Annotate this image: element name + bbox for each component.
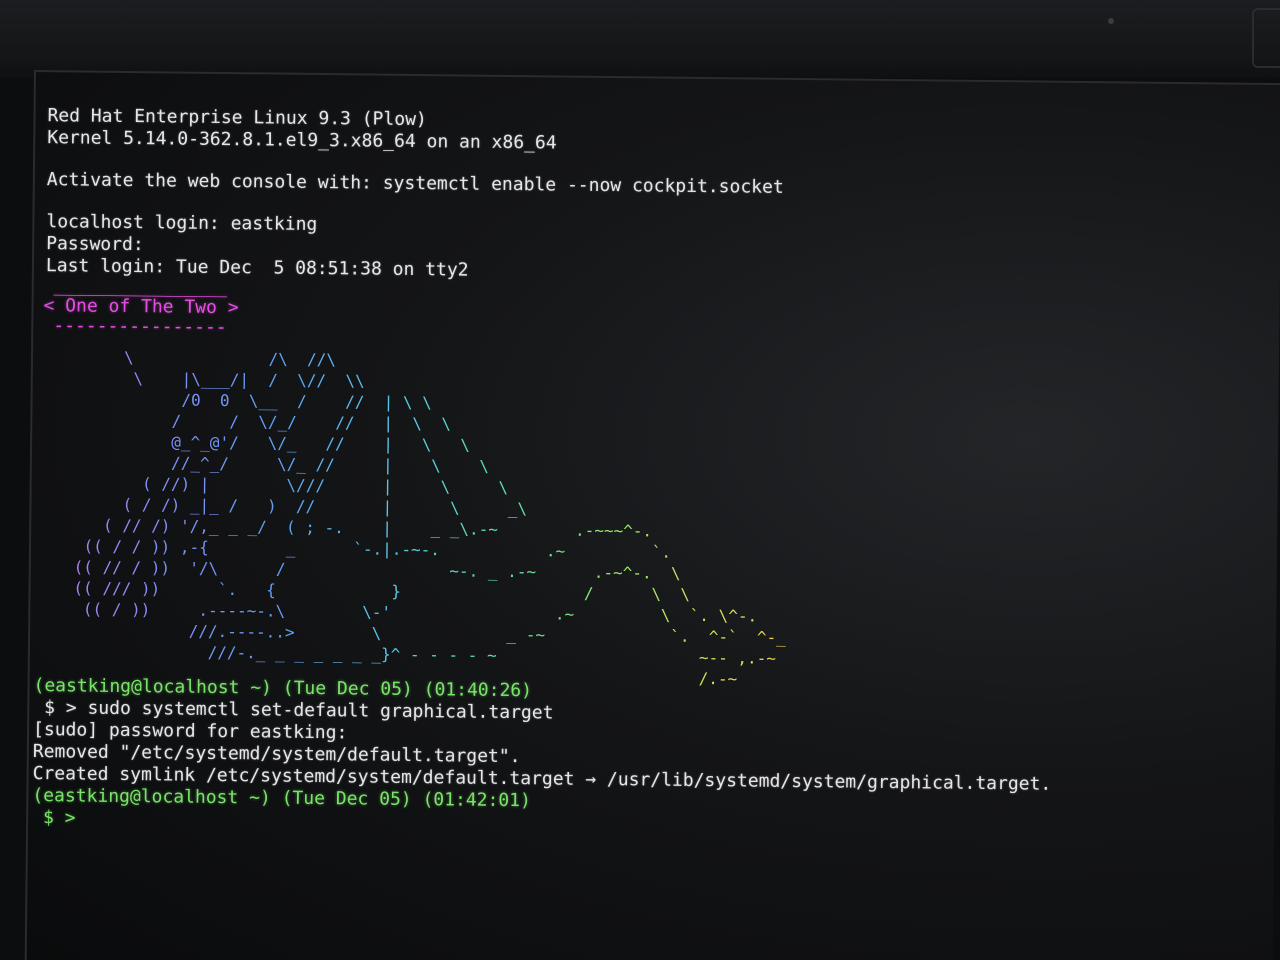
dragon-ascii-art: \ /\ //\ \ |\___/| / \// \\ /0 0 \__ / /… bbox=[43, 340, 867, 709]
bezel-corner bbox=[1252, 8, 1280, 68]
laptop-bezel bbox=[0, 0, 1280, 78]
ascii-art-row: //_^_/ \/_ // | \ \ bbox=[46, 452, 489, 476]
ascii-art-row: /0 0 \__ / // | \ \ bbox=[46, 389, 431, 412]
sudo-password-prompt: [sudo] password for eastking: bbox=[32, 719, 348, 744]
login-line: localhost login: eastking bbox=[46, 211, 318, 235]
password-line: Password: bbox=[46, 233, 144, 256]
ascii-art-canvas: \ /\ //\ \ |\___/| / \// \\ /0 0 \__ / /… bbox=[44, 347, 787, 688]
ascii-art-row: @_^_@'/ \/_ // | \ \ bbox=[46, 431, 470, 454]
shell-prompt-2: (eastking@localhost ~) (Tue Dec 05) (01:… bbox=[32, 785, 531, 812]
command-prompt-cursor[interactable]: $ > bbox=[32, 807, 76, 828]
web-console-hint: Activate the web console with: systemctl… bbox=[46, 169, 784, 198]
ascii-art-row: / / \/_/ // | \ \ bbox=[46, 410, 451, 433]
ascii-art-row: \ /\ //\ bbox=[47, 347, 336, 369]
banner-bottom-rule: ---------------- bbox=[53, 315, 227, 339]
webcam-icon bbox=[1108, 18, 1114, 24]
kernel-line: Kernel 5.14.0-362.8.1.el9_3.x86_64 on an… bbox=[47, 127, 557, 154]
os-release-line: Red Hat Enterprise Linux 9.3 (Plow) bbox=[47, 105, 427, 131]
ascii-art-row: ( //) | \/// | \ \ bbox=[46, 473, 509, 497]
ascii-art-row: ( / /) _|_ / ) // | \ _\ bbox=[45, 494, 527, 518]
terminal-screen[interactable]: Red Hat Enterprise Linux 9.3 (Plow) Kern… bbox=[24, 70, 1280, 960]
ascii-art-row: \ |\___/| / \// \\ bbox=[47, 368, 365, 390]
